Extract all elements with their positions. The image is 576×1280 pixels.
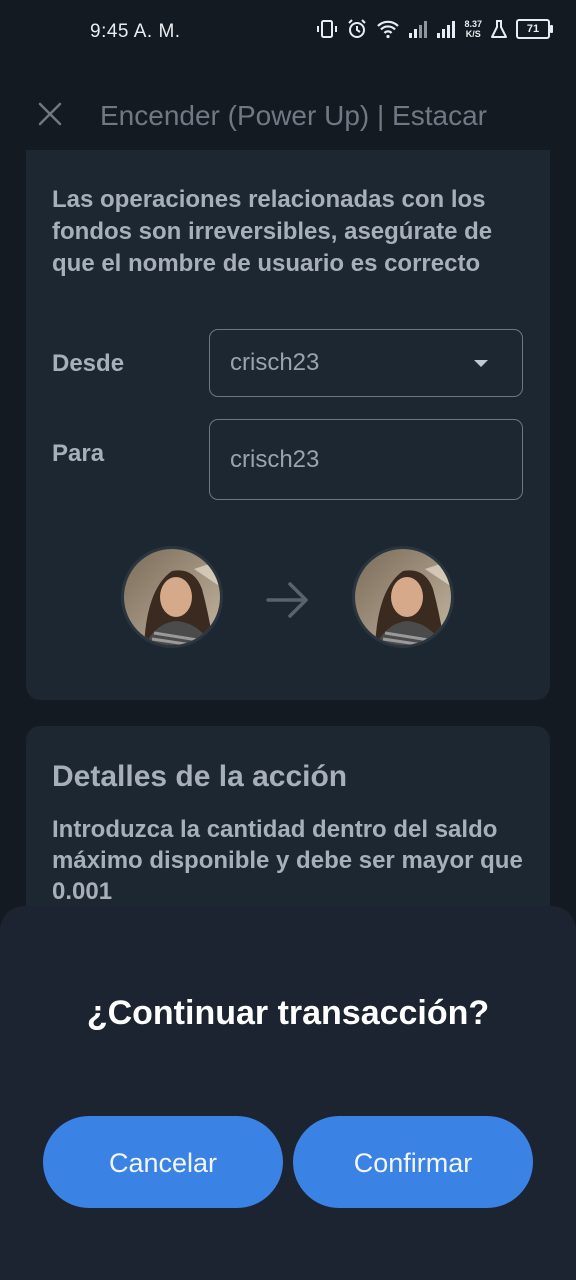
status-icons: 8.37 K/S 71 bbox=[316, 18, 553, 40]
dropdown-caret-icon bbox=[474, 360, 488, 367]
details-title: Detalles de la acción bbox=[52, 760, 348, 793]
to-avatar-image bbox=[355, 549, 451, 645]
details-text: Introduzca la cantidad dentro del saldo … bbox=[52, 816, 523, 905]
signal-icon-1 bbox=[409, 21, 428, 38]
from-account-select[interactable]: crisch23 bbox=[209, 329, 523, 397]
status-bar: 9:45 A. M. 8.37 K/S 71 bbox=[0, 0, 576, 64]
wifi-icon bbox=[377, 20, 400, 39]
warning-text: Las operaciones relacionadas con los fon… bbox=[52, 186, 493, 277]
from-label: Desde bbox=[52, 350, 125, 377]
transfer-card: Las operaciones relacionadas con los fon… bbox=[26, 150, 550, 700]
page-title: Encender (Power Up) | Estacar bbox=[100, 100, 487, 131]
app-bar: Encender (Power Up) | Estacar bbox=[0, 80, 576, 154]
vibrate-icon bbox=[317, 20, 338, 38]
confirm-button[interactable]: Confirmar bbox=[293, 1116, 533, 1208]
to-account-value: crisch23 bbox=[230, 446, 320, 473]
network-speed-unit: K/S bbox=[465, 29, 481, 39]
network-speed-value: 8.37 bbox=[464, 19, 482, 29]
from-avatar bbox=[121, 546, 223, 648]
battery-icon: 71 bbox=[516, 19, 553, 39]
to-label: Para bbox=[52, 440, 105, 467]
to-account-input[interactable]: crisch23 bbox=[209, 419, 523, 500]
from-avatar-image bbox=[124, 549, 220, 645]
from-account-value: crisch23 bbox=[230, 349, 320, 376]
flask-icon bbox=[491, 20, 507, 38]
cancel-button[interactable]: Cancelar bbox=[43, 1116, 283, 1208]
confirm-sheet: ¿Continuar transacción? Cancelar Confirm… bbox=[0, 906, 576, 1280]
alarm-icon bbox=[348, 19, 367, 38]
status-time: 9:45 A. M. bbox=[90, 21, 181, 42]
close-icon[interactable] bbox=[34, 98, 66, 130]
dialog-title: ¿Continuar transacción? bbox=[86, 994, 490, 1032]
to-avatar bbox=[352, 546, 454, 648]
arrow-right-icon bbox=[266, 582, 308, 618]
network-speed: 8.37 K/S bbox=[464, 19, 482, 39]
signal-icon-2 bbox=[437, 21, 456, 38]
